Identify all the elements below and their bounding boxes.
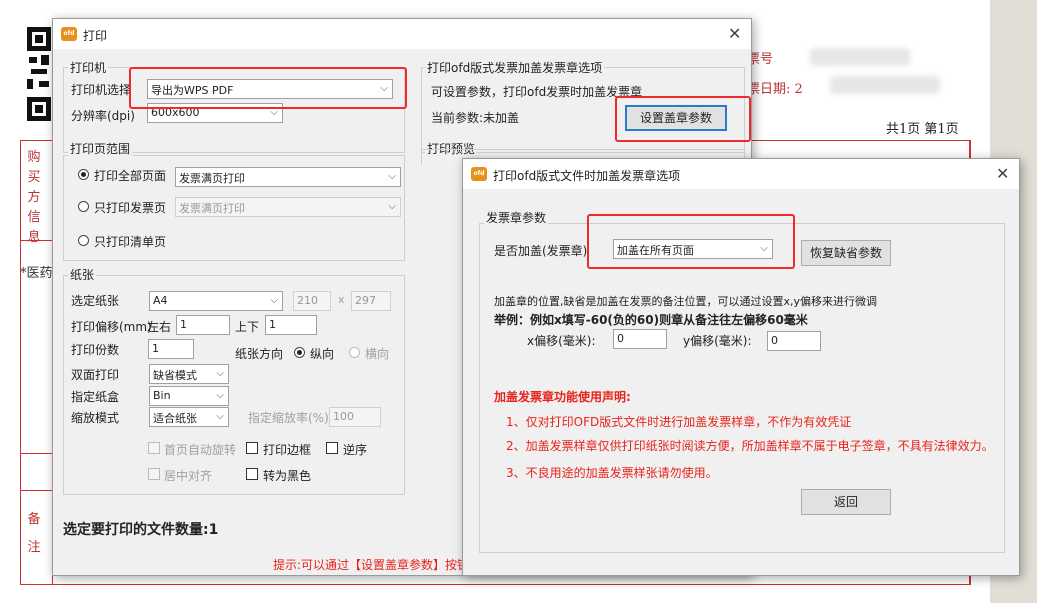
portrait-radio[interactable] xyxy=(294,347,305,358)
invoice-date-redacted xyxy=(830,76,940,94)
landscape-radio[interactable] xyxy=(349,347,360,358)
invoice-only-label: 只打印发票页 xyxy=(94,201,167,215)
file-count: 选定要打印的文件数量:1 xyxy=(63,522,219,538)
example-text: 举例：例如x填写-60(负的60)则章从备注往左偏移60毫米 xyxy=(494,313,808,327)
stamp-dialog-titlebar[interactable]: ofd 打印ofd版式文件时加盖发票章选项 ✕ xyxy=(463,159,1019,189)
print-dialog-titlebar[interactable]: ofd 打印 ✕ xyxy=(53,19,751,49)
highlight-stamp-select xyxy=(587,214,795,269)
duplex-select[interactable]: 缺省模式 ⌵ xyxy=(149,364,229,384)
stamp-select-label: 是否加盖(发票章) xyxy=(494,244,588,258)
stamp-options-dialog: ofd 打印ofd版式文件时加盖发票章选项 ✕ 发票章参数 是否加盖(发票章) … xyxy=(462,158,1020,576)
invoice-number-redacted xyxy=(810,48,910,66)
chevron-down-icon: ⌵ xyxy=(270,295,278,306)
list-only-radio[interactable] xyxy=(78,235,89,246)
scale-ratio-field[interactable]: 100 xyxy=(329,407,381,427)
chevron-down-icon: ⌵ xyxy=(216,368,224,379)
page-range-group-label: 打印页范围 xyxy=(68,140,133,157)
print-offset-label: 打印偏移(mm) xyxy=(71,320,152,334)
invoice-divider xyxy=(20,490,54,491)
paper-height-field[interactable]: 297 xyxy=(351,291,391,311)
paper-size-select[interactable]: A4 ⌵ xyxy=(149,291,283,311)
copies-field[interactable]: 1 xyxy=(148,339,194,359)
restore-defaults-button[interactable]: 恢复缺省参数 xyxy=(801,240,891,266)
app-icon: ofd xyxy=(471,167,487,181)
duplex-label: 双面打印 xyxy=(71,368,120,382)
convert-black-label: 转为黑色 xyxy=(263,469,312,483)
printer-select-label: 打印机选择 xyxy=(71,83,132,97)
hint-text: 提示:可以通过【设置盖章参数】按钮 xyxy=(273,558,470,572)
printer-group-label: 打印机 xyxy=(68,59,109,76)
highlight-set-stamp-button xyxy=(615,96,751,142)
print-border-checkbox[interactable] xyxy=(246,442,258,454)
statement-item-3: 3、不良用途的加盖发票样张请勿使用。 xyxy=(506,466,718,480)
invoice-only-mode-select[interactable]: 发票满页打印 ⌵ xyxy=(175,197,401,217)
page-count: 共1页 第1页 xyxy=(886,122,959,137)
up-down-label: 上下 xyxy=(235,320,260,334)
center-align-label: 居中对齐 xyxy=(164,469,213,483)
current-stamp-params: 当前参数:未加盖 xyxy=(431,111,520,125)
landscape-label: 横向 xyxy=(365,347,390,361)
list-only-label: 只打印清单页 xyxy=(94,235,167,249)
statement-title: 加盖发票章功能使用声明: xyxy=(494,390,631,404)
copies-label: 打印份数 xyxy=(71,343,120,357)
paper-size-separator: x xyxy=(338,293,345,306)
tray-label: 指定纸盒 xyxy=(71,390,120,404)
convert-black-checkbox[interactable] xyxy=(246,468,258,480)
buyer-label: 购 买 方 信 息 xyxy=(27,150,41,245)
auto-rotate-label: 首页自动旋转 xyxy=(164,443,237,457)
x-offset-label: x偏移(毫米): xyxy=(527,334,596,348)
print-dialog-title: 打印 xyxy=(83,29,108,43)
chevron-down-icon: ⌵ xyxy=(388,171,396,182)
close-icon[interactable]: ✕ xyxy=(728,24,741,43)
print-all-pages-label: 打印全部页面 xyxy=(94,169,167,183)
scale-mode-label: 缩放模式 xyxy=(71,411,120,425)
y-offset-field[interactable]: 0 xyxy=(767,331,821,351)
chevron-down-icon: ⌵ xyxy=(216,411,224,422)
highlight-printer-select xyxy=(129,67,407,109)
close-icon[interactable]: ✕ xyxy=(996,164,1009,183)
app-icon: ofd xyxy=(61,27,77,41)
center-align-checkbox[interactable] xyxy=(148,468,160,480)
all-pages-mode-select[interactable]: 发票满页打印 ⌵ xyxy=(175,167,401,187)
position-description: 加盖章的位置,缺省是加盖在发票的备注位置，可以通过设置x,y偏移来进行微调 xyxy=(494,295,878,308)
left-right-label: 左右 xyxy=(147,320,172,334)
stamp-options-group-label: 打印ofd版式发票加盖发票章选项 xyxy=(425,59,605,76)
statement-item-1: 1、仅对打印OFD版式文件时进行加盖发票样章，不作为有效凭证 xyxy=(506,415,852,429)
reverse-order-checkbox[interactable] xyxy=(326,442,338,454)
resolution-label: 分辨率(dpi) xyxy=(71,109,135,123)
print-all-pages-radio[interactable] xyxy=(78,169,89,180)
invoice-divider xyxy=(20,453,54,454)
x-offset-field[interactable]: 0 xyxy=(613,329,667,349)
chevron-down-icon: ⌵ xyxy=(216,390,224,401)
back-button[interactable]: 返回 xyxy=(801,489,891,515)
item-fragment: *医药 xyxy=(20,266,53,281)
invoice-only-radio[interactable] xyxy=(78,201,89,212)
paper-width-field[interactable]: 210 xyxy=(293,291,331,311)
auto-rotate-checkbox[interactable] xyxy=(148,442,160,454)
chevron-down-icon: ⌵ xyxy=(388,201,396,212)
y-offset-label: y偏移(毫米): xyxy=(683,334,752,348)
statement-item-2: 2、加盖发票样章仅供打印纸张时阅读方便，所加盖样章不属于电子签章，不具有法律效力… xyxy=(506,439,994,453)
tray-select[interactable]: Bin ⌵ xyxy=(149,386,229,406)
stamp-params-group-label: 发票章参数 xyxy=(484,209,549,226)
scale-mode-select[interactable]: 适合纸张 ⌵ xyxy=(149,407,229,427)
scale-ratio-label: 指定缩放率(%) xyxy=(248,411,329,425)
notes-label: 备 注 xyxy=(27,512,41,555)
qr-code-icon xyxy=(27,27,51,121)
paper-group-label: 纸张 xyxy=(68,266,97,283)
up-down-offset-field[interactable]: 1 xyxy=(265,315,317,335)
stamp-options-description: 可设置参数，打印ofd发票时加盖发票章 xyxy=(431,85,643,99)
portrait-label: 纵向 xyxy=(310,347,335,361)
paper-select-label: 选定纸张 xyxy=(71,294,120,308)
print-border-label: 打印边框 xyxy=(263,443,312,457)
invoice-date-label: 票日期: 2 xyxy=(747,82,803,97)
reverse-order-label: 逆序 xyxy=(343,443,368,457)
orientation-label: 纸张方向 xyxy=(235,347,284,361)
left-right-offset-field[interactable]: 1 xyxy=(176,315,230,335)
stamp-dialog-title: 打印ofd版式文件时加盖发票章选项 xyxy=(493,169,681,183)
